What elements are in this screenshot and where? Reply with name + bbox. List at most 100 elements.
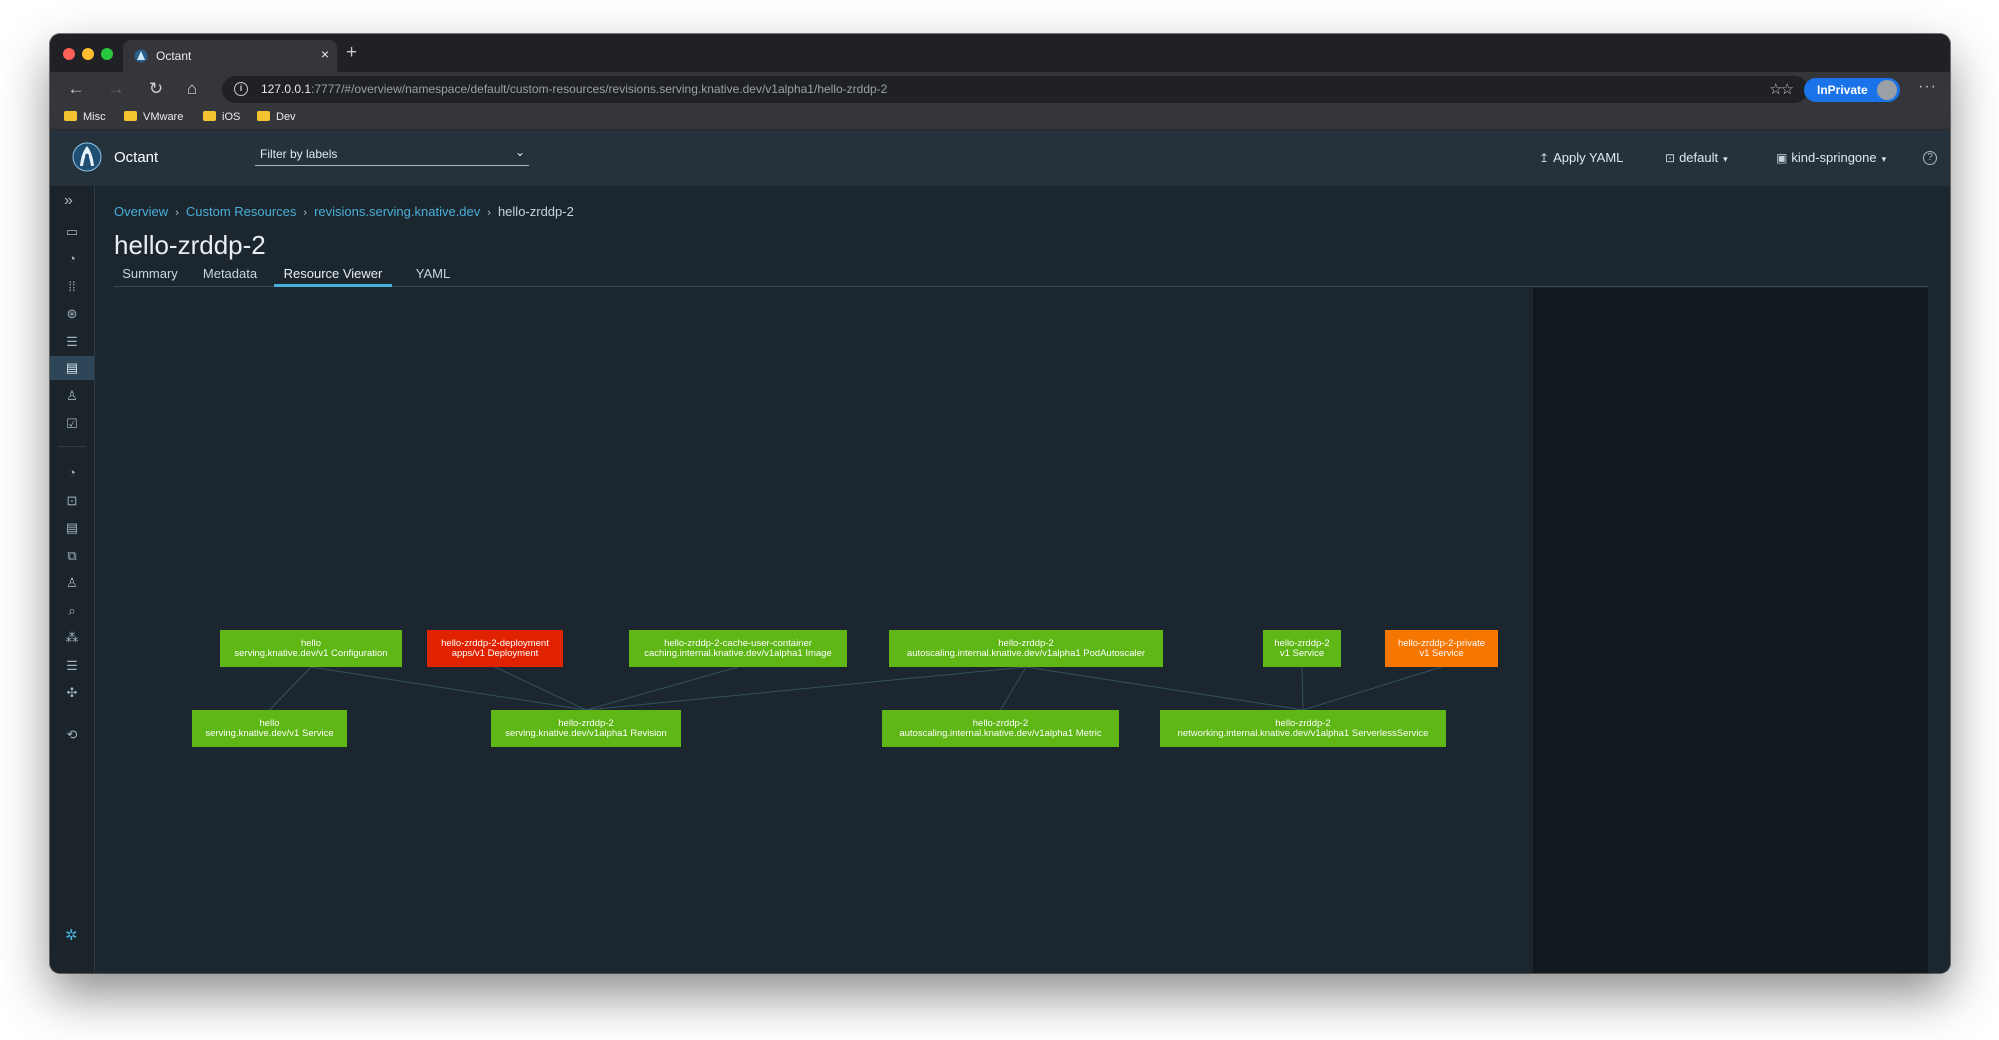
namespaces-icon[interactable]: ⊡ [57,489,87,513]
graph-node-image[interactable]: hello-zrddp-2-cache-user-container cachin… [629,630,847,667]
graph-node-kind: v1 Service [1279,647,1325,659]
storage-icon[interactable]: ☰ [57,654,87,678]
app-name: Octant [114,149,159,166]
home-icon[interactable]: ⌂ [180,77,204,101]
tab-yaml[interactable]: YAML [402,266,464,287]
forward-arrow-icon[interactable]: → [104,77,128,101]
breadcrumb-custom-resources[interactable]: Custom Resources [186,204,297,219]
chevron-right-icon: › [303,207,308,219]
tab-metadata[interactable]: Metadata [186,266,274,287]
octant-favicon-icon [134,49,148,63]
graph-edge-svc1-sks [1301,666,1304,711]
main-content: Overview › Custom Resources › revisions.serv… [95,186,1950,973]
address-bar[interactable]: i 127.0.0.1:7777/#/overview/namespace/de… [222,76,1808,103]
new-tab-button[interactable]: + [346,42,357,64]
breadcrumb-overview[interactable]: Overview [114,204,168,219]
browser-toolbar: ← → ↻ ⌂ i 127.0.0.1:7777/#/overview/name… [50,72,1950,106]
bookmark-vmware[interactable]: VMware [124,111,183,123]
graph-node-deployment[interactable]: hello-zrddp-2-deployment apps/v1 Deployme… [427,630,563,667]
bookmark-ios[interactable]: iOS [203,111,240,123]
breadcrumb-crd[interactable]: revisions.serving.knative.dev [314,204,480,219]
graph-node-kind: networking.internal.knative.dev/v1alpha1… [1177,727,1429,739]
context-dropdown[interactable]: ▣ kind-springone ▾ [1776,150,1886,165]
graph-node-metric[interactable]: hello-zrddp-2 autoscaling.internal.knativ… [882,710,1119,747]
help-icon[interactable]: ? [1923,151,1937,165]
graph-node-kind: serving.knative.dev/v1 Configuration [234,647,388,659]
minimize-window-button[interactable] [82,48,94,60]
graph-node-name: hello-zrddp-2-cache-user-container [664,637,812,649]
apply-yaml-button[interactable]: ↥ Apply YAML [1539,150,1623,165]
graph-node-pa[interactable]: hello-zrddp-2 autoscaling.internal.knativ… [889,630,1163,667]
breadcrumb: Overview › Custom Resources › revisions.serv… [114,204,574,219]
cluster-icon: ▣ [1776,151,1788,165]
graph-node-svc1[interactable]: hello-zrddp-2 v1 Service [1263,630,1341,667]
folder-icon [124,111,137,121]
graph-node-name: hello [300,637,322,649]
events-icon[interactable]: ☑ [57,412,87,436]
tab-strip: Octant × + [50,34,1950,72]
namespace-dropdown[interactable]: ⊡ default ▾ [1665,150,1728,165]
tab-resource-viewer[interactable]: Resource Viewer [274,266,392,287]
graph-node-name: hello-zrddp-2-deployment [441,637,549,649]
discovery-icon[interactable]: ⊛ [57,302,87,326]
maximize-window-button[interactable] [101,48,113,60]
port-forwards-icon[interactable]: ⌕ [57,599,87,623]
folder-icon [257,111,270,121]
dashboard-icon[interactable]: ◔ [57,247,87,271]
label-filter-select[interactable]: Filter by labels ⌄ [255,144,529,166]
tab-summary[interactable]: Summary [114,266,186,287]
tab-title: Octant [156,49,192,63]
graph-edge-deployment-revision [494,666,587,711]
back-arrow-icon[interactable]: ← [64,77,88,101]
graph-node-kind: v1 Service [1419,647,1464,659]
graph-edge-config-revision [310,666,587,711]
browser-window: Octant × + ← → ↻ ⌂ i 127.0.0.1:7777/#/ov… [50,34,1950,973]
bookmark-dev[interactable]: Dev [257,111,296,123]
site-info-icon[interactable]: i [234,82,248,96]
bookmark-misc[interactable]: Misc [64,111,106,123]
graph-edge-pa-metric [1000,666,1027,711]
graph-node-config[interactable]: hello serving.knative.dev/v1 Configuratio… [220,630,402,667]
overview-icon[interactable]: ▭ [57,220,87,244]
resource-graph[interactable]: hello serving.knative.dev/v1 Configuratio… [107,288,1533,973]
custom-resources-icon[interactable]: ▤ [50,356,94,380]
extension-icon[interactable]: ⟲ [57,723,87,747]
profile-avatar [1877,80,1897,100]
chevron-down-icon: ▾ [1881,154,1887,164]
cluster-overview-icon[interactable]: ◔ [57,461,87,485]
settings-gear-icon[interactable]: ✲ [65,926,78,944]
graph-node-kind: serving.knative.dev/v1 Service [205,727,334,739]
graph-node-svcpriv[interactable]: hello-zrddp-2-private v1 Service [1385,630,1498,667]
inprivate-button[interactable]: InPrivate [1804,78,1900,102]
rbac-icon[interactable]: ♙ [57,384,87,408]
graph-node-kind: autoscaling.internal.knative.dev/v1alpha… [899,727,1102,739]
cluster-rbac-icon[interactable]: ♙ [57,571,87,595]
api-icon[interactable]: ✣ [57,681,87,705]
graph-node-kservice[interactable]: hello serving.knative.dev/v1 Service [192,710,347,747]
graph-node-sks[interactable]: hello-zrddp-2 networking.internal.knative… [1160,710,1446,747]
reload-icon[interactable]: ↻ [144,77,168,101]
folder-icon [203,111,216,121]
graph-node-kind: apps/v1 Deployment [451,647,539,659]
graph-node-name: hello-zrddp-2 [972,717,1029,729]
favorites-icon[interactable]: ☆ [1769,80,1782,98]
graph-edge-config-kservice [269,666,312,711]
expand-nav-icon[interactable]: » [64,192,73,210]
config-storage-icon[interactable]: ☰ [57,330,87,354]
cluster-custom-resources-icon[interactable]: ▤ [57,516,87,540]
url-text[interactable]: 127.0.0.1:7777/#/overview/namespace/defa… [261,82,887,96]
browser-tab-octant[interactable]: Octant × [123,40,337,72]
graph-node-name: hello-zrddp-2 [998,637,1054,649]
bookmark-star-icon[interactable]: ☆ [1781,80,1794,98]
plugins-icon[interactable]: ⁂ [57,626,87,650]
workloads-grid-icon[interactable]: ⁞⁞ [57,275,87,299]
tab-close-icon[interactable]: × [321,46,329,62]
chevron-down-icon: ▾ [1723,154,1728,164]
graph-node-revision[interactable]: hello-zrddp-2 serving.knative.dev/v1alpha… [491,710,681,747]
page-title: hello-zrddp-2 [114,230,266,260]
graph-node-name: hello-zrddp-2 [558,717,614,729]
nodes-icon[interactable]: ⧉ [57,544,87,568]
close-window-button[interactable] [63,48,75,60]
more-menu-icon[interactable]: ··· [1918,78,1937,96]
graph-node-kind: serving.knative.dev/v1alpha1 Revision [505,727,667,739]
